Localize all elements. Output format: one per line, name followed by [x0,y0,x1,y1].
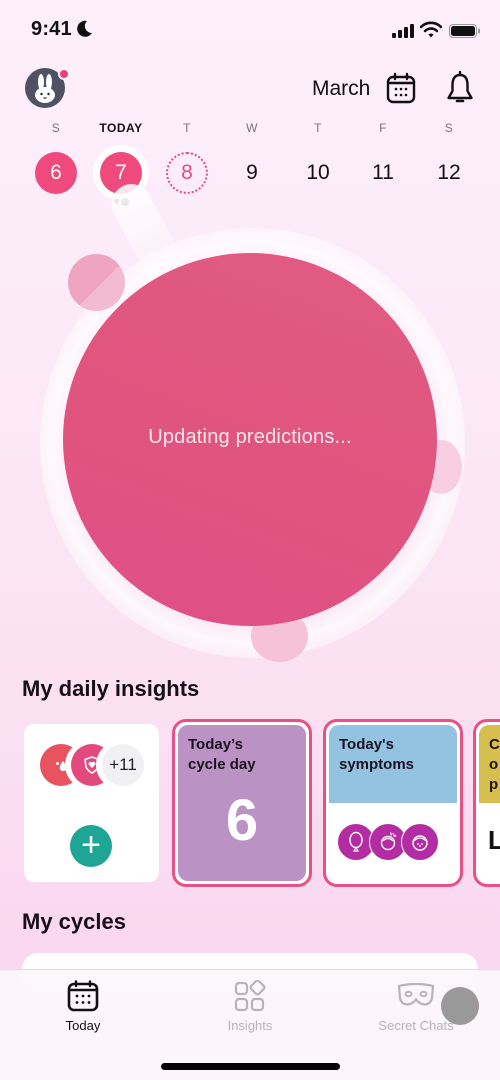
bunny-icon [35,74,55,103]
section-title-cycles: My cycles [22,909,126,934]
home-indicator[interactable] [161,1063,340,1070]
tab-label: Today [65,1018,101,1033]
day-number[interactable]: 11 [362,152,404,194]
card-label-line: p [489,776,499,793]
week-strip: S 6 TODAY 7 ♥ T 8 W 9 T 10 F 11 S 12 [0,118,500,218]
day-sun[interactable]: S 6 [26,118,86,194]
notification-badge [58,68,70,80]
day-letter: T [183,121,191,135]
day-letter: T [314,121,322,135]
partial-insight-card[interactable]: C o p L [473,719,500,887]
assistive-touch-button[interactable] [441,987,479,1025]
more-symptoms-count: +11 [102,744,144,786]
drops-icon [56,761,67,772]
day-thu[interactable]: T 10 [288,118,348,194]
cycle-status-text: Updating predictions... [148,426,352,448]
section-title-insights: My daily insights [22,676,200,701]
day-number[interactable]: 10 [297,152,339,194]
calendar-icon [67,980,99,1012]
cycle-circle[interactable]: Updating predictions... [63,253,437,626]
month-label[interactable]: March [312,77,370,101]
day-letter: F [379,121,387,135]
mask-icon [397,982,435,1006]
day-number[interactable]: 8 [166,152,208,194]
battery-icon [449,24,480,38]
log-symptoms-card[interactable]: +11 + [24,724,159,882]
cycle-day-value: 6 [225,788,259,853]
signal-icon [392,24,414,38]
status-time: 9:41 [31,18,72,40]
cycle-day-card[interactable]: Today’s cycle day 6 [172,719,312,887]
card-label-line: C [489,736,500,753]
shield-heart-icon [84,756,100,774]
card-label-line: o [489,756,499,773]
day-fri[interactable]: F 11 [353,118,413,194]
day-letter: TODAY [99,121,143,135]
calendar-icon[interactable] [386,72,416,104]
bubble-decoration [68,254,125,311]
acne-icon [401,823,439,861]
tab-today[interactable]: Today [23,980,143,1033]
day-number[interactable]: 9 [231,152,273,194]
card-label: Today's symptoms [339,735,414,775]
tab-label: Insights [227,1018,273,1033]
card-label-line: symptoms [339,756,415,773]
day-letter: S [51,121,61,135]
day-wed[interactable]: W 9 [222,118,282,194]
day-number[interactable]: 12 [428,152,470,194]
day-letter: W [246,121,258,135]
moon-icon [77,20,92,37]
insights-grid-icon [234,980,266,1012]
partial-card-value: L [488,825,500,856]
symptoms-card[interactable]: Today's symptoms [323,719,463,887]
wifi-icon [420,21,442,38]
card-label: C o p [489,735,500,795]
day-tue[interactable]: T 8 [157,118,217,194]
card-label-line: Today's [339,736,394,753]
card-label-line: cycle day [188,756,256,773]
day-sat[interactable]: S 12 [419,118,479,194]
day-number[interactable]: 6 [35,152,77,194]
status-bar: 9:41 [0,0,500,60]
bell-icon[interactable] [445,71,475,105]
day-letter: S [444,121,454,135]
add-log-button[interactable]: + [70,825,112,867]
card-label: Today’s cycle day [188,735,256,775]
card-label-line: Today’s [188,736,244,753]
tab-insights[interactable]: Insights [190,980,310,1033]
